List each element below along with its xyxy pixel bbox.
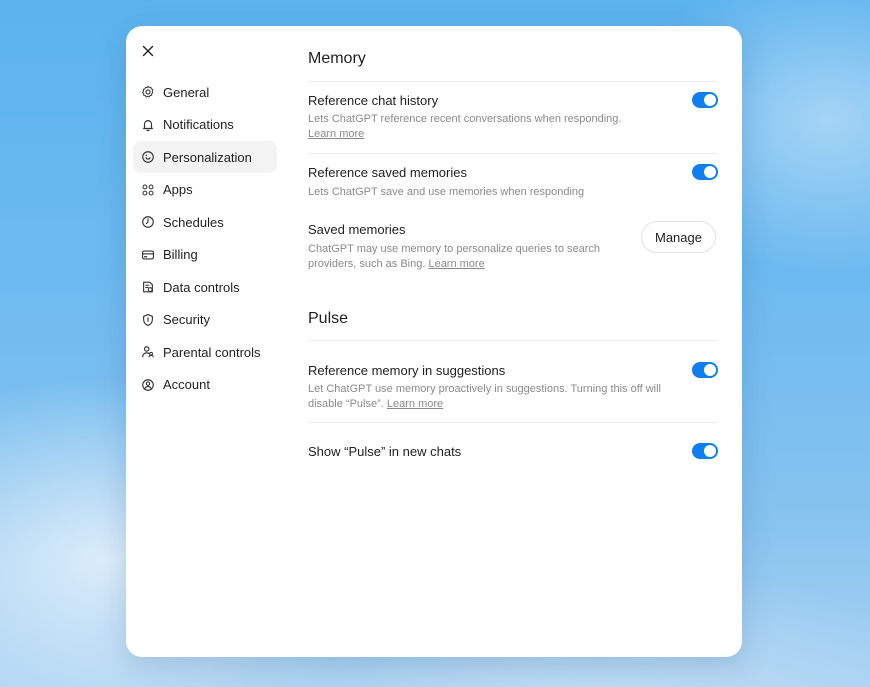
memory-section-title: Memory <box>308 50 366 67</box>
gear-icon <box>141 85 155 99</box>
sidebar-item-label: Parental controls <box>163 344 261 360</box>
reference-chat-history-toggle[interactable] <box>692 92 718 108</box>
toggle-knob <box>704 166 716 178</box>
toggle-knob <box>704 94 716 106</box>
divider <box>308 153 718 154</box>
manage-memories-button[interactable]: Manage <box>641 221 716 253</box>
learn-more-link[interactable]: Learn more <box>308 128 364 140</box>
divider <box>308 340 718 341</box>
reference-saved-memories-description: Lets ChatGPT save and use memories when … <box>308 186 585 198</box>
credit-card-icon <box>141 248 155 262</box>
pulse-section-title: Pulse <box>308 310 349 327</box>
sidebar-item-billing[interactable]: Billing <box>133 239 277 271</box>
sidebar-item-label: Apps <box>163 182 193 197</box>
show-pulse-title: Show “Pulse” in new chats <box>308 444 462 459</box>
bell-icon <box>141 118 155 132</box>
database-icon <box>141 280 155 294</box>
learn-more-link[interactable]: Learn more <box>387 398 443 410</box>
reference-memory-suggestions-title: Reference memory in suggestions <box>308 363 506 378</box>
divider <box>308 81 718 82</box>
toggle-knob <box>704 445 716 457</box>
sidebar-item-label: Personalization <box>163 149 252 165</box>
sidebar-item-label: Data controls <box>163 279 240 295</box>
saved-memories-description: ChatGPT may use memory to personalize qu… <box>308 243 601 270</box>
sidebar-item-schedules[interactable]: Schedules <box>133 206 277 238</box>
sidebar-item-label: Account <box>163 377 210 392</box>
personalization-icon <box>141 150 155 164</box>
apps-grid-icon <box>141 183 155 197</box>
sidebar-item-parental-controls[interactable]: Parental controls <box>133 336 277 368</box>
sidebar-item-data-controls[interactable]: Data controls <box>133 271 277 303</box>
reference-memory-suggestions-description: Let ChatGPT use memory proactively in su… <box>308 383 661 410</box>
reference-chat-history-title: Reference chat history <box>308 93 439 108</box>
saved-memories-title: Saved memories <box>308 222 406 237</box>
settings-sidebar: General Notifications Personalization Ap… <box>133 76 277 401</box>
shield-icon <box>141 313 155 327</box>
sidebar-item-label: Schedules <box>163 214 224 230</box>
parent-icon <box>141 345 155 359</box>
reference-chat-history-description: Lets ChatGPT reference recent conversati… <box>308 113 622 140</box>
sidebar-item-label: Security <box>163 312 210 327</box>
learn-more-link[interactable]: Learn more <box>428 258 484 270</box>
sidebar-item-security[interactable]: Security <box>133 304 277 336</box>
sidebar-item-personalization[interactable]: Personalization <box>133 141 277 173</box>
sidebar-item-account[interactable]: Account <box>133 369 277 401</box>
reference-memory-suggestions-toggle[interactable] <box>692 362 718 378</box>
clock-icon <box>141 215 155 229</box>
show-pulse-toggle[interactable] <box>692 443 718 459</box>
toggle-knob <box>704 364 716 376</box>
sidebar-item-label: General <box>163 84 210 100</box>
reference-saved-memories-title: Reference saved memories <box>308 165 467 180</box>
sidebar-item-notifications[interactable]: Notifications <box>133 109 277 141</box>
sidebar-item-label: Notifications <box>163 117 234 132</box>
account-icon <box>141 378 155 392</box>
close-icon <box>142 45 154 57</box>
sidebar-item-general[interactable]: General <box>133 76 277 108</box>
divider <box>308 422 718 423</box>
settings-dialog: General Notifications Personalization Ap… <box>126 26 742 657</box>
sidebar-item-apps[interactable]: Apps <box>133 174 277 206</box>
reference-saved-memories-toggle[interactable] <box>692 164 718 180</box>
sidebar-item-label: Billing <box>163 247 198 262</box>
close-button[interactable] <box>137 40 159 62</box>
